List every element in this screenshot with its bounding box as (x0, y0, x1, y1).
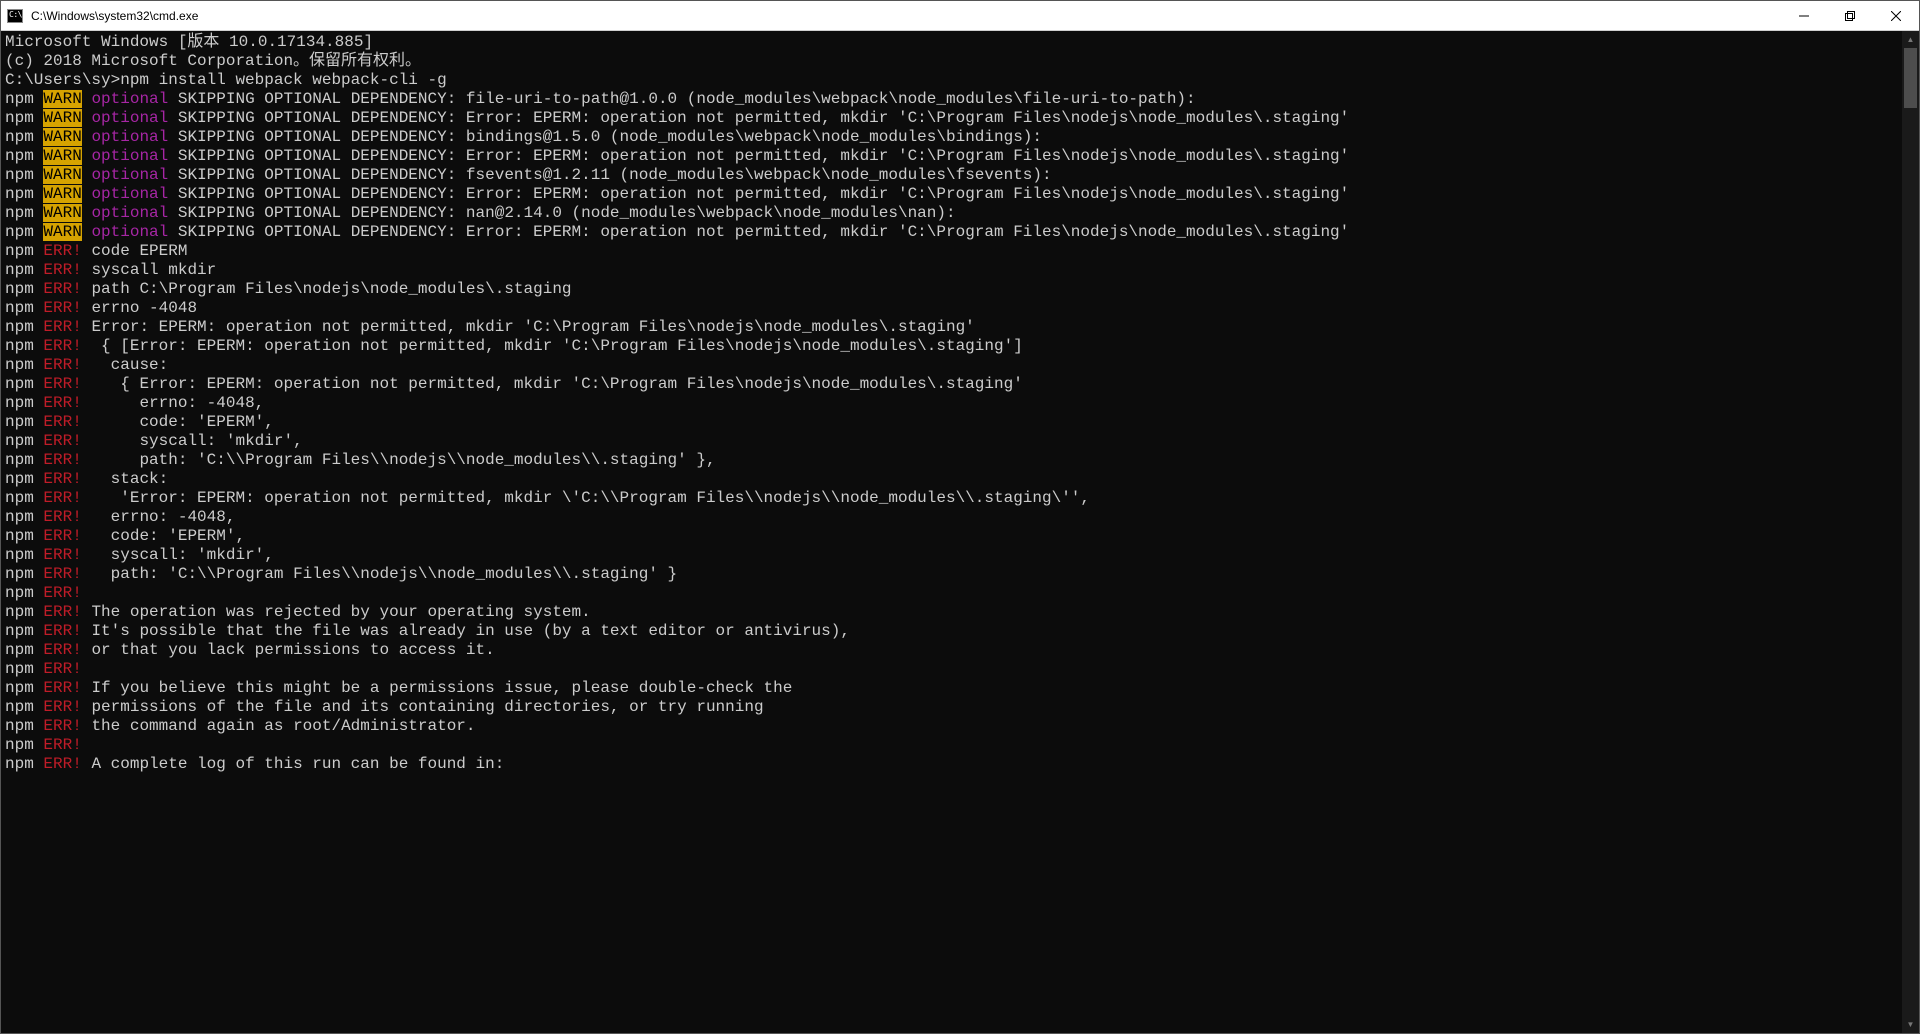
terminal-line: npm ERR! A complete log of this run can … (5, 755, 1902, 774)
terminal-line: npm ERR! errno: -4048, (5, 508, 1902, 527)
terminal-line: npm ERR! path C:\Program Files\nodejs\no… (5, 280, 1902, 299)
cmd-icon (7, 9, 23, 23)
terminal-line: npm WARN optional SKIPPING OPTIONAL DEPE… (5, 223, 1902, 242)
terminal-line: npm ERR! or that you lack permissions to… (5, 641, 1902, 660)
terminal-line: npm WARN optional SKIPPING OPTIONAL DEPE… (5, 109, 1902, 128)
scroll-up-icon[interactable]: ▲ (1902, 31, 1919, 48)
terminal-line: npm WARN optional SKIPPING OPTIONAL DEPE… (5, 128, 1902, 147)
terminal-line: npm ERR! code: 'EPERM', (5, 527, 1902, 546)
terminal-line: npm WARN optional SKIPPING OPTIONAL DEPE… (5, 90, 1902, 109)
terminal-line: npm ERR! path: 'C:\\Program Files\\nodej… (5, 565, 1902, 584)
scrollbar[interactable]: ▲ ▼ (1902, 31, 1919, 1033)
terminal-line: npm ERR! permissions of the file and its… (5, 698, 1902, 717)
terminal-line: npm WARN optional SKIPPING OPTIONAL DEPE… (5, 204, 1902, 223)
terminal-line: npm ERR! If you believe this might be a … (5, 679, 1902, 698)
terminal-line: npm ERR! code EPERM (5, 242, 1902, 261)
terminal-output[interactable]: Microsoft Windows [版本 10.0.17134.885](c)… (1, 31, 1902, 1033)
maximize-button[interactable] (1827, 1, 1873, 30)
titlebar[interactable]: C:\Windows\system32\cmd.exe (1, 1, 1919, 31)
minimize-icon (1799, 11, 1809, 21)
terminal-line: npm ERR! stack: (5, 470, 1902, 489)
terminal-line: npm ERR! { Error: EPERM: operation not p… (5, 375, 1902, 394)
terminal-line: npm ERR! { [Error: EPERM: operation not … (5, 337, 1902, 356)
terminal-line: npm ERR! It's possible that the file was… (5, 622, 1902, 641)
terminal-line: npm ERR! cause: (5, 356, 1902, 375)
terminal-line: npm ERR! Error: EPERM: operation not per… (5, 318, 1902, 337)
terminal-line: npm ERR! syscall: 'mkdir', (5, 432, 1902, 451)
terminal-line: npm ERR! The operation was rejected by y… (5, 603, 1902, 622)
terminal-line: npm ERR! 'Error: EPERM: operation not pe… (5, 489, 1902, 508)
terminal-line: npm ERR! (5, 584, 1902, 603)
scroll-down-icon[interactable]: ▼ (1902, 1016, 1919, 1033)
close-icon (1891, 11, 1901, 21)
close-button[interactable] (1873, 1, 1919, 30)
terminal-line: npm ERR! syscall mkdir (5, 261, 1902, 280)
cmd-window: C:\Windows\system32\cmd.exe Microsoft Wi… (0, 0, 1920, 1034)
terminal-line: npm ERR! code: 'EPERM', (5, 413, 1902, 432)
window-controls (1781, 1, 1919, 30)
scroll-thumb[interactable] (1904, 48, 1917, 108)
terminal-line: npm ERR! path: 'C:\\Program Files\\nodej… (5, 451, 1902, 470)
terminal-wrap: Microsoft Windows [版本 10.0.17134.885](c)… (1, 31, 1919, 1033)
terminal-line: npm ERR! (5, 660, 1902, 679)
terminal-line: npm WARN optional SKIPPING OPTIONAL DEPE… (5, 147, 1902, 166)
terminal-line: npm WARN optional SKIPPING OPTIONAL DEPE… (5, 166, 1902, 185)
minimize-button[interactable] (1781, 1, 1827, 30)
window-title: C:\Windows\system32\cmd.exe (29, 9, 1781, 23)
app-icon-container (1, 1, 29, 31)
terminal-line: npm ERR! syscall: 'mkdir', (5, 546, 1902, 565)
terminal-line: npm ERR! errno: -4048, (5, 394, 1902, 413)
terminal-line: Microsoft Windows [版本 10.0.17134.885] (5, 33, 1902, 52)
terminal-line: npm ERR! errno -4048 (5, 299, 1902, 318)
maximize-icon (1845, 11, 1855, 21)
terminal-line: npm ERR! (5, 736, 1902, 755)
terminal-line: npm WARN optional SKIPPING OPTIONAL DEPE… (5, 185, 1902, 204)
terminal-line: (c) 2018 Microsoft Corporation。保留所有权利。 (5, 52, 1902, 71)
terminal-line: npm ERR! the command again as root/Admin… (5, 717, 1902, 736)
terminal-line: C:\Users\sy>npm install webpack webpack-… (5, 71, 1902, 90)
